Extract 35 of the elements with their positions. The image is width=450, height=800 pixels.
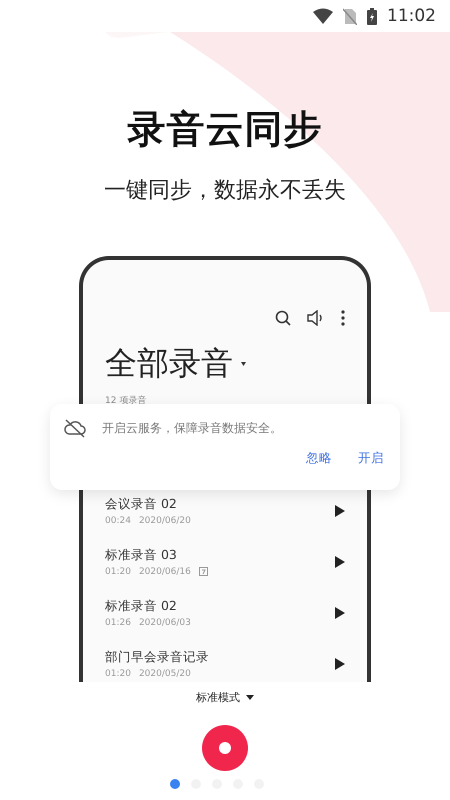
prompt-button[interactable]: 忽略	[306, 450, 332, 467]
recording-date: 2020/06/20	[138, 516, 191, 526]
mode-selector[interactable]: 标准模式	[196, 690, 254, 705]
battery-icon	[367, 8, 377, 24]
status-time: 11:02	[387, 6, 436, 26]
play-icon[interactable]	[335, 504, 345, 516]
cloud-prompt-message: 开启云服务，保障录音数据安全。	[102, 420, 282, 436]
wifi-icon	[313, 8, 333, 24]
play-icon[interactable]	[335, 556, 345, 568]
more-icon[interactable]	[341, 310, 345, 326]
caret-icon[interactable]	[241, 362, 246, 366]
recording-name[interactable]: 标准录音 03	[105, 546, 335, 564]
recording-duration: 01:20	[105, 668, 131, 678]
record-button[interactable]	[202, 725, 248, 771]
list-heading: 全部录音	[105, 343, 233, 384]
page-dot[interactable]	[170, 779, 180, 789]
recording-date: 2020/06/16	[138, 566, 191, 576]
recording-duration: 00:24	[105, 516, 131, 526]
recording-duration: 01:20	[105, 566, 131, 576]
recording-name[interactable]: 部门早会录音记录	[105, 648, 335, 666]
play-icon[interactable]	[335, 658, 345, 670]
recording-count: 12 项录音	[104, 394, 148, 407]
recording-duration: 01:26	[105, 618, 131, 628]
no-sim-icon	[343, 8, 357, 24]
search-icon[interactable]	[275, 310, 291, 326]
recording-name[interactable]: 会议录音 02	[105, 496, 335, 512]
cloud-off-icon	[64, 418, 86, 438]
prompt-button[interactable]: 开启	[358, 450, 384, 467]
caret-icon	[246, 695, 254, 700]
recording-date: 2020/06/03	[138, 618, 191, 628]
recording-name[interactable]: 标准录音 02	[105, 598, 335, 614]
recording-date: 2020/05/20	[138, 668, 191, 678]
hero-subtitle: 一键同步，数据永不丢失	[104, 177, 346, 205]
play-icon[interactable]	[335, 606, 345, 618]
hero-title: 录音云同步	[128, 106, 322, 153]
